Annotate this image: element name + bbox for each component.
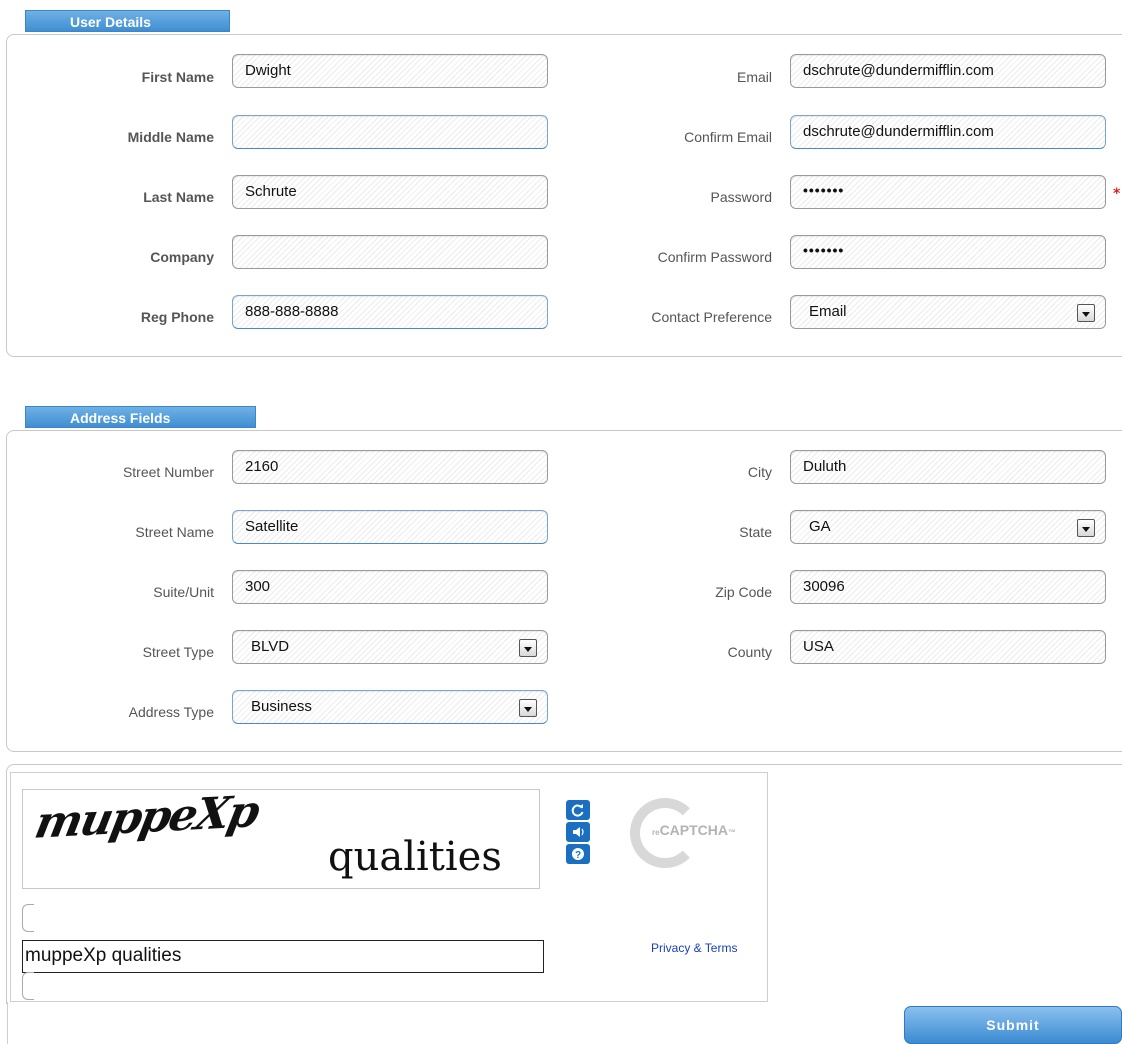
last-name-label: Last Name — [143, 189, 214, 205]
confirm-email-label: Confirm Email — [684, 129, 772, 145]
street-type-select[interactable]: BLVD — [232, 630, 548, 664]
password-label: Password — [710, 189, 772, 205]
captcha-image: muppeXp qualities — [22, 786, 540, 889]
suite-unit-input[interactable]: 300 — [232, 570, 548, 604]
audio-icon[interactable] — [566, 822, 590, 842]
section-rule — [7, 1002, 8, 1044]
suite-unit-label: Suite/Unit — [153, 584, 214, 600]
last-name-input[interactable]: Schrute — [232, 175, 548, 209]
password-input[interactable]: ••••••• — [790, 175, 1106, 209]
svg-text:?: ? — [575, 850, 581, 861]
captcha-word-1: muppeXp — [30, 786, 263, 849]
address-type-value: Business — [251, 698, 312, 715]
refresh-icon[interactable] — [566, 800, 590, 820]
street-name-label: Street Name — [135, 524, 214, 540]
captcha-input-bracket-bottom — [22, 972, 34, 1000]
street-type-label: Street Type — [142, 644, 214, 660]
state-value: GA — [809, 518, 831, 535]
zip-code-label: Zip Code — [715, 584, 772, 600]
company-label: Company — [150, 249, 214, 265]
user-details-header: User Details — [25, 10, 230, 32]
email-label: Email — [736, 69, 772, 85]
confirm-email-input[interactable]: dschrute@dundermifflin.com — [790, 115, 1106, 149]
street-number-label: Street Number — [122, 464, 214, 480]
email-input[interactable]: dschrute@dundermifflin.com — [790, 54, 1106, 88]
middle-name-label: Middle Name — [127, 129, 214, 145]
chevron-down-icon[interactable] — [1077, 519, 1095, 537]
contact-preference-value: Email — [809, 303, 847, 320]
first-name-label: First Name — [141, 69, 214, 85]
street-type-value: BLVD — [251, 638, 290, 655]
confirm-password-label: Confirm Password — [657, 249, 772, 265]
captcha-input-bracket-top — [22, 904, 34, 932]
address-fields-header: Address Fields — [25, 406, 256, 428]
captcha-word-2: qualities — [328, 834, 502, 880]
county-input[interactable]: USA — [790, 630, 1106, 664]
state-label: State — [739, 524, 772, 540]
chevron-down-icon[interactable] — [519, 639, 537, 657]
help-icon[interactable]: ? — [566, 844, 590, 864]
address-type-select[interactable]: Business — [232, 690, 548, 724]
first-name-input[interactable]: Dwight — [232, 54, 548, 88]
county-label: County — [727, 644, 772, 660]
contact-preference-select[interactable]: Email — [790, 295, 1106, 329]
confirm-password-input[interactable]: ••••••• — [790, 235, 1106, 269]
contact-preference-label: Contact Preference — [651, 309, 772, 325]
chevron-down-icon[interactable] — [1077, 304, 1095, 322]
state-select[interactable]: GA — [790, 510, 1106, 544]
city-input[interactable]: Duluth — [790, 450, 1106, 484]
city-label: City — [747, 464, 772, 480]
street-name-input[interactable]: Satellite — [232, 510, 548, 544]
required-marker: * — [1113, 186, 1121, 202]
recaptcha-logo-text: reCAPTCHA™ — [652, 822, 737, 838]
company-input[interactable] — [232, 235, 548, 269]
street-number-input[interactable]: 2160 — [232, 450, 548, 484]
middle-name-input[interactable] — [232, 115, 548, 149]
privacy-terms-link[interactable]: Privacy & Terms — [651, 941, 737, 955]
submit-button[interactable]: Submit — [904, 1006, 1122, 1044]
address-type-label: Address Type — [128, 704, 214, 720]
chevron-down-icon[interactable] — [519, 699, 537, 717]
reg-phone-label: Reg Phone — [140, 309, 214, 325]
captcha-response-input[interactable]: muppeXp qualities — [22, 940, 544, 973]
reg-phone-input[interactable]: 888-888-8888 — [232, 295, 548, 329]
zip-code-input[interactable]: 30096 — [790, 570, 1106, 604]
